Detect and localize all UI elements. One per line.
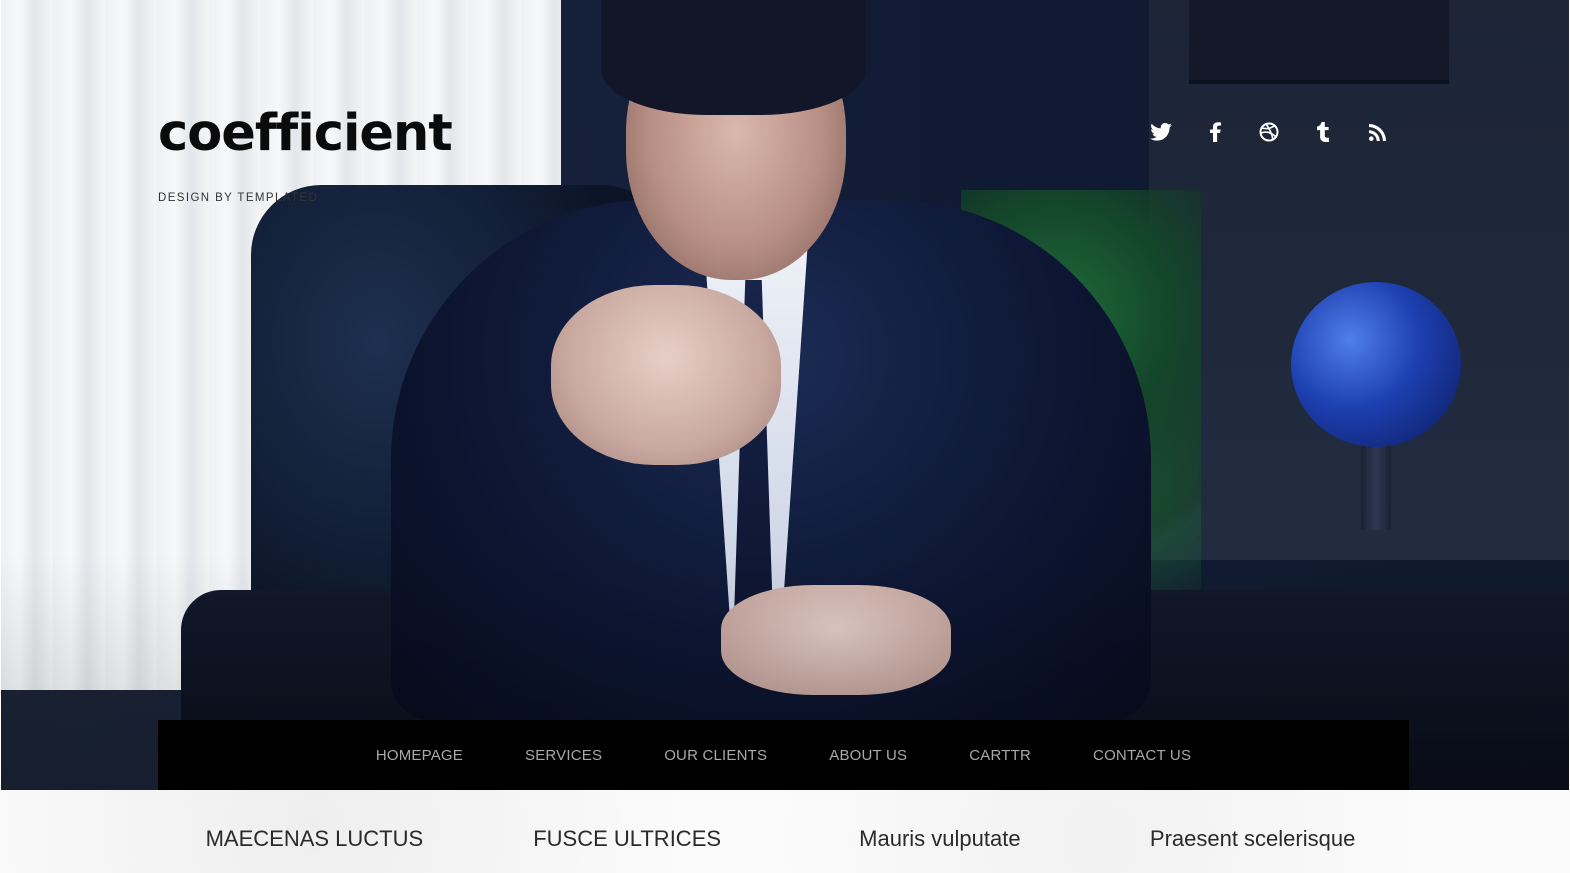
- tumblr-icon: [1316, 122, 1330, 142]
- nav-our-clients[interactable]: OUR CLIENTS: [664, 747, 767, 764]
- dribbble-link[interactable]: [1242, 116, 1296, 148]
- tumblr-link[interactable]: [1296, 116, 1350, 148]
- feature-columns: MAECENAS LUCTUS FUSCE ULTRICES Mauris vu…: [158, 826, 1409, 852]
- site-logo[interactable]: coefficient: [158, 108, 453, 159]
- twitter-icon: [1150, 123, 1172, 141]
- rss-link[interactable]: [1350, 116, 1404, 148]
- dribbble-icon: [1259, 122, 1279, 142]
- nav-contact-us[interactable]: CONTACT US: [1093, 747, 1191, 764]
- nav-homepage[interactable]: HOMEPAGE: [376, 747, 463, 764]
- facebook-link[interactable]: [1188, 116, 1242, 148]
- column-heading-3: Mauris vulputate: [859, 826, 1021, 851]
- social-links: [1134, 116, 1404, 148]
- column-heading-4: Praesent scelerisque: [1149, 826, 1356, 851]
- column-heading-1: MAECENAS LUCTUS: [205, 826, 424, 851]
- nav-carttr[interactable]: CARTTR: [969, 747, 1031, 764]
- rss-icon: [1368, 123, 1386, 141]
- twitter-link[interactable]: [1134, 116, 1188, 148]
- column-heading-2: FUSCE ULTRICES: [533, 826, 722, 851]
- nav-services[interactable]: SERVICES: [525, 747, 602, 764]
- facebook-icon: [1209, 122, 1221, 142]
- nav-about-us[interactable]: ABOUT US: [829, 747, 907, 764]
- site-tagline: DESIGN BY TEMPLATED: [158, 192, 319, 204]
- main-nav: HOMEPAGE SERVICES OUR CLIENTS ABOUT US C…: [158, 720, 1409, 790]
